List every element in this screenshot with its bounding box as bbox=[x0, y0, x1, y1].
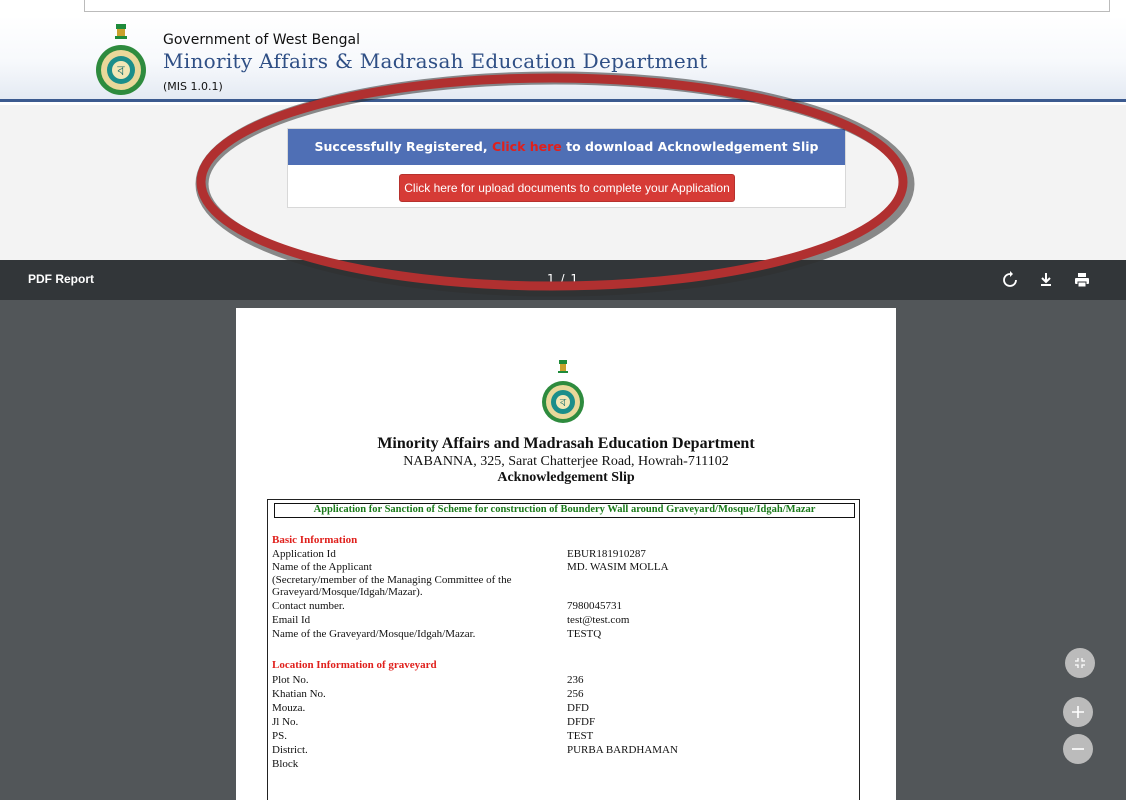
success-prefix: Successfully Registered, bbox=[314, 139, 488, 154]
field-label: Name of the Graveyard/Mosque/Idgah/Mazar… bbox=[272, 628, 476, 640]
registration-panel: Successfully Registered, Click here to d… bbox=[287, 128, 846, 208]
upload-documents-button[interactable]: Click here for upload documents to compl… bbox=[399, 174, 735, 202]
svg-text:ব: ব bbox=[559, 396, 567, 409]
download-icon[interactable] bbox=[1036, 270, 1056, 290]
pdf-page: ব Minority Affairs and Madrasah Educatio… bbox=[236, 308, 896, 800]
zoom-out-icon[interactable] bbox=[1063, 734, 1093, 764]
page-indicator: 1 / 1 bbox=[547, 272, 579, 286]
basic-info-heading: Basic Information bbox=[272, 534, 358, 546]
field-value: 256 bbox=[567, 688, 584, 700]
emblem-icon: ব bbox=[96, 24, 146, 95]
field-value: TESTQ bbox=[567, 628, 602, 640]
site-header: ব Government of West Bengal Minority Aff… bbox=[0, 16, 1126, 102]
field-label: Email Id bbox=[272, 614, 311, 626]
print-icon[interactable] bbox=[1072, 270, 1092, 290]
gov-label: Government of West Bengal bbox=[163, 32, 361, 48]
field-value: MD. WASIM MOLLA bbox=[567, 561, 669, 573]
field-value: DFDF bbox=[567, 716, 596, 728]
field-value: PURBA BARDHAMAN bbox=[567, 744, 678, 756]
version-label: (MIS 1.0.1) bbox=[163, 80, 223, 93]
pdf-toolbar: PDF Report 1 / 1 bbox=[0, 260, 1126, 300]
field-label: (Secretary/member of the Managing Commit… bbox=[272, 574, 512, 586]
success-banner: Successfully Registered, Click here to d… bbox=[288, 129, 845, 165]
field-label: Block bbox=[272, 758, 299, 770]
field-label: Jl No. bbox=[272, 716, 299, 728]
success-suffix: to download Acknowledgement Slip bbox=[566, 139, 819, 154]
document-emblem-icon: ব bbox=[542, 360, 584, 423]
field-label: Contact number. bbox=[272, 600, 345, 612]
application-title: Application for Sanction of Scheme for c… bbox=[274, 503, 855, 518]
field-value: 236 bbox=[567, 674, 584, 686]
field-value: test@test.com bbox=[567, 614, 630, 626]
field-label: District. bbox=[272, 744, 308, 756]
dept-title: Minority Affairs & Madrasah Education De… bbox=[163, 49, 708, 73]
document-subtitle: Acknowledgement Slip bbox=[497, 470, 635, 485]
field-label: Mouza. bbox=[272, 702, 306, 714]
field-label: PS. bbox=[272, 730, 287, 742]
field-label: Name of the Applicant bbox=[272, 561, 372, 573]
field-label: Plot No. bbox=[272, 674, 309, 686]
field-label: Khatian No. bbox=[272, 688, 326, 700]
field-value: DFD bbox=[567, 702, 590, 714]
top-input-frame bbox=[84, 0, 1110, 12]
field-value: 7980045731 bbox=[567, 600, 622, 612]
field-label: Application Id bbox=[272, 548, 336, 560]
document-address: NABANNA, 325, Sarat Chatterjee Road, How… bbox=[403, 454, 729, 469]
field-value: TEST bbox=[567, 730, 594, 742]
fit-page-icon[interactable] bbox=[1065, 648, 1095, 678]
document-title: Minority Affairs and Madrasah Education … bbox=[377, 435, 755, 452]
svg-text:ব: ব bbox=[116, 64, 125, 79]
location-info-heading: Location Information of graveyard bbox=[272, 659, 437, 671]
field-value: EBUR181910287 bbox=[567, 548, 646, 560]
rotate-icon[interactable] bbox=[1000, 270, 1020, 290]
top-strip bbox=[0, 0, 1126, 16]
field-label: Graveyard/Mosque/Idgah/Mazar). bbox=[272, 586, 423, 598]
zoom-in-icon[interactable] bbox=[1063, 697, 1093, 727]
download-slip-link[interactable]: Click here bbox=[492, 139, 562, 154]
